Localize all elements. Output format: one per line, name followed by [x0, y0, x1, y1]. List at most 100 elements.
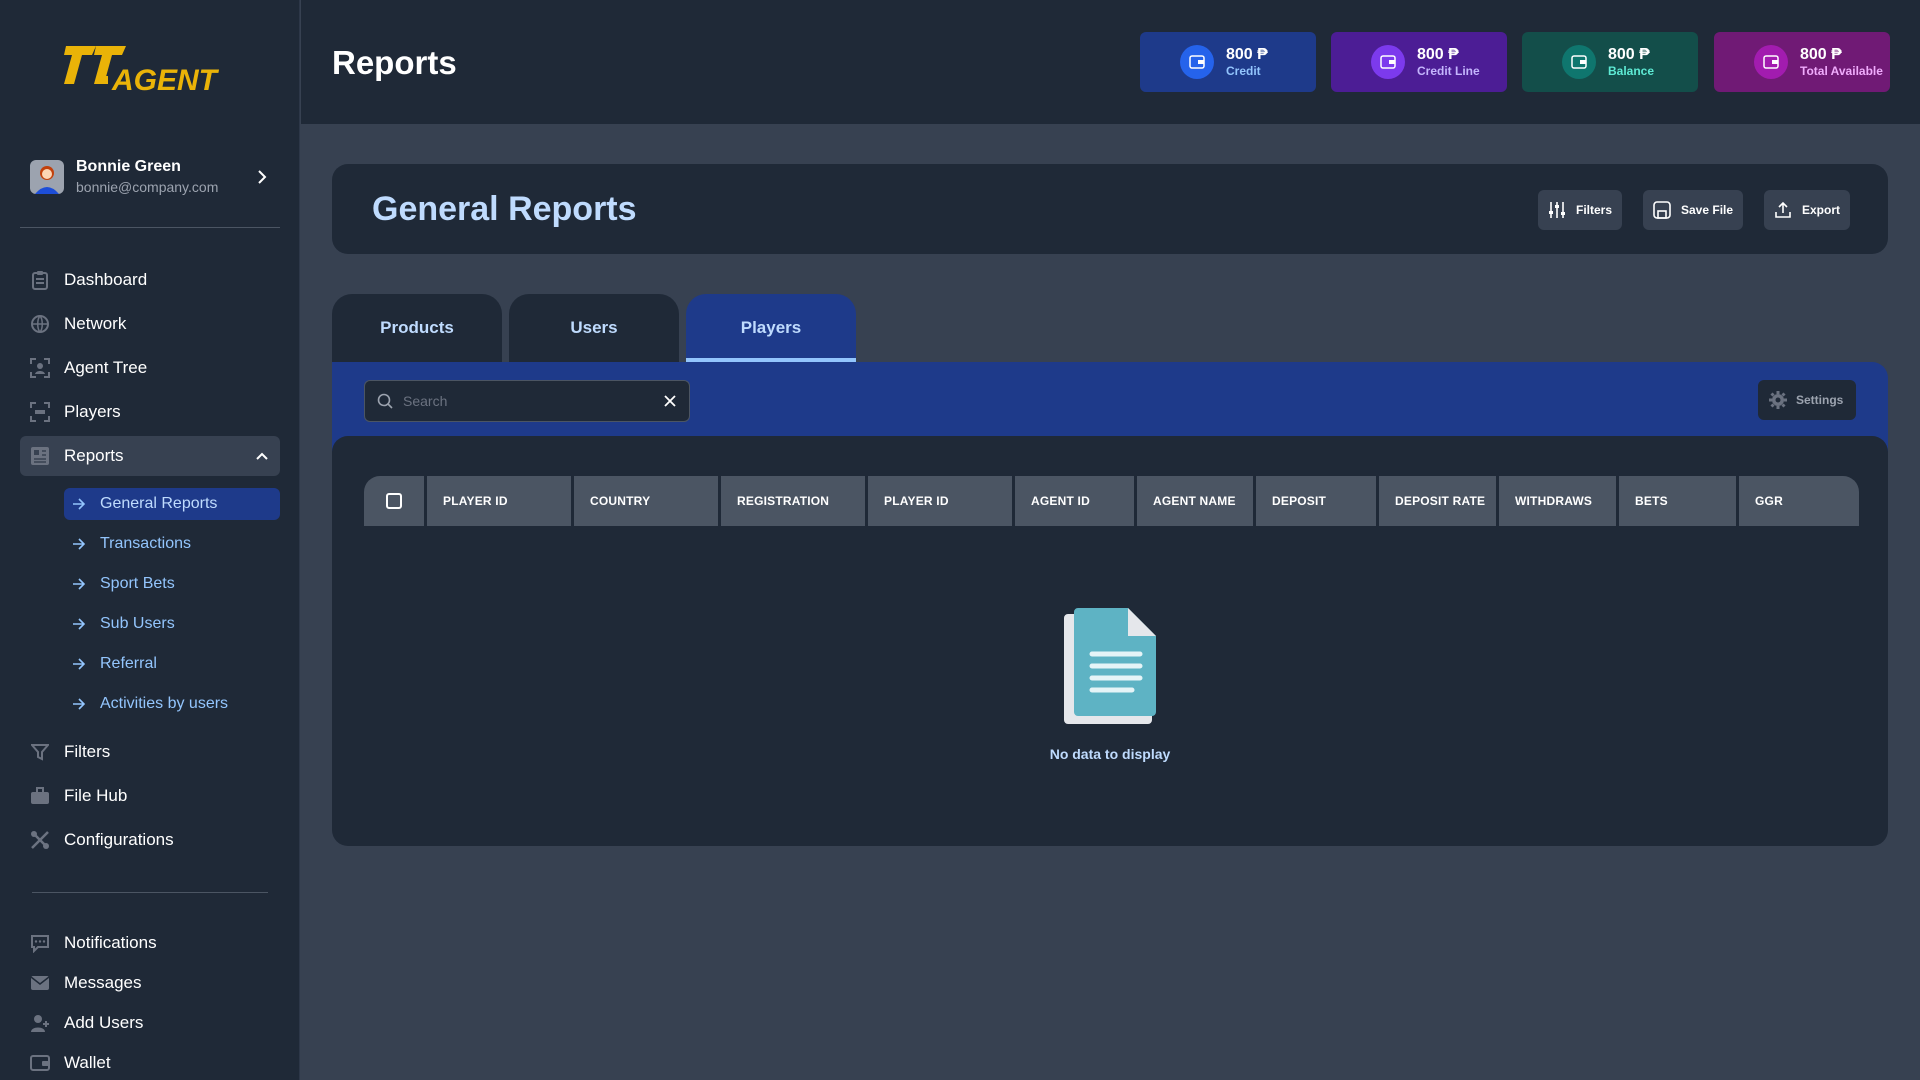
sidebar-item-add-users[interactable]: Add Users: [20, 1003, 280, 1043]
user-email: bonnie@company.com: [76, 179, 219, 195]
arrow-right-icon: [73, 578, 86, 590]
wallet-icon: [1371, 45, 1405, 79]
divider: [20, 227, 280, 228]
save-file-button[interactable]: Save File: [1643, 190, 1744, 230]
column-header[interactable]: AGENT ID: [1015, 476, 1134, 526]
chat-icon: [30, 933, 50, 953]
sidebar-item-wallet[interactable]: Wallet: [20, 1043, 280, 1080]
sidebar-subitem-label: Referral: [100, 655, 157, 672]
tools-icon: [30, 830, 50, 850]
table-header: PLAYER ID COUNTRY REGISTRATION PLAYER ID…: [364, 476, 1859, 526]
close-icon[interactable]: [663, 394, 677, 408]
sidebar-subitem-label: Transactions: [100, 535, 191, 552]
stat-value: 800 ₱: [1800, 45, 1842, 63]
wallet-icon: [1180, 45, 1214, 79]
sidebar-subitem-sport-bets[interactable]: Sport Bets: [64, 568, 280, 600]
svg-text:AGENT: AGENT: [111, 64, 220, 97]
sidebar-subitem-sub-users[interactable]: Sub Users: [64, 608, 280, 640]
column-header[interactable]: COUNTRY: [574, 476, 718, 526]
stat-label: Credit Line: [1417, 63, 1480, 78]
sidebar-item-dashboard[interactable]: Dashboard: [20, 260, 280, 300]
user-name: Bonnie Green: [76, 158, 181, 175]
gear-icon: [1769, 391, 1787, 409]
sidebar-item-label: Wallet: [64, 1053, 111, 1072]
sidebar-subitem-referral[interactable]: Referral: [64, 648, 280, 680]
report-header-card: General Reports Filters Save File Export: [332, 164, 1888, 254]
players-table-card: PLAYER ID COUNTRY REGISTRATION PLAYER ID…: [332, 436, 1888, 846]
brand-logo[interactable]: AGENT: [62, 44, 242, 98]
sliders-icon: [1549, 202, 1565, 218]
select-all-checkbox[interactable]: [386, 493, 402, 509]
stat-label: Balance: [1608, 63, 1655, 78]
players-icon: [30, 402, 50, 422]
column-header[interactable]: GGR: [1739, 476, 1859, 526]
column-header[interactable]: PLAYER ID: [427, 476, 571, 526]
column-header[interactable]: REGISTRATION: [721, 476, 865, 526]
arrow-right-icon: [73, 698, 86, 710]
column-header[interactable]: AGENT NAME: [1137, 476, 1253, 526]
sidebar-item-label: Players: [64, 402, 121, 421]
upload-icon: [1775, 201, 1791, 218]
stat-value: 800 ₱: [1226, 45, 1268, 63]
tab-users[interactable]: Users: [509, 294, 679, 362]
sidebar-subitem-label: Activities by users: [100, 695, 229, 712]
reports-icon: [30, 446, 50, 466]
sidebar-item-filters[interactable]: Filters: [20, 732, 280, 772]
column-header[interactable]: PLAYER ID: [868, 476, 1012, 526]
sidebar-item-label: Filters: [64, 742, 111, 761]
sidebar-item-network[interactable]: Network: [20, 304, 280, 344]
column-header[interactable]: DEPOSIT RATE: [1379, 476, 1496, 526]
sidebar-subitem-label: Sport Bets: [100, 575, 175, 592]
sidebar-item-players[interactable]: Players: [20, 392, 280, 432]
wallet-icon: [30, 1053, 50, 1073]
sidebar-item-file-hub[interactable]: File Hub: [20, 776, 280, 816]
chevron-right-icon[interactable]: [254, 169, 270, 185]
tab-label: Players: [740, 318, 802, 337]
stat-card-total-available: 800 ₱ Total Available: [1714, 32, 1890, 92]
column-header[interactable]: BETS: [1619, 476, 1736, 526]
sidebar-item-configurations[interactable]: Configurations: [20, 820, 280, 860]
tab-label: Users: [570, 318, 618, 337]
arrow-right-icon: [73, 538, 86, 550]
export-button[interactable]: Export: [1764, 190, 1851, 230]
stat-label: Credit: [1226, 63, 1261, 78]
sidebar-item-label: File Hub: [64, 786, 128, 805]
search-input[interactable]: [403, 393, 663, 409]
sidebar-subitem-label: General Reports: [100, 495, 218, 512]
chevron-up-icon[interactable]: [254, 448, 270, 464]
select-all-cell: [364, 476, 424, 526]
report-title: General Reports: [372, 190, 637, 228]
user-profile[interactable]: Bonnie Green bonnie@company.com: [30, 155, 270, 199]
sidebar-subitem-general-reports[interactable]: General Reports: [64, 488, 280, 520]
sidebar-subitem-activities-by-users[interactable]: Activities by users: [64, 688, 280, 720]
sidebar-item-reports[interactable]: Reports: [20, 436, 280, 476]
document-icon: [1064, 608, 1156, 724]
arrow-right-icon: [73, 498, 86, 510]
sidebar-item-notifications[interactable]: Notifications: [20, 923, 280, 963]
sidebar-item-messages[interactable]: Messages: [20, 963, 280, 1003]
export-label: Export: [1802, 203, 1841, 217]
stat-value: 800 ₱: [1608, 45, 1650, 63]
user-scan-icon: [30, 358, 50, 378]
filter-icon: [30, 742, 50, 762]
filters-label: Filters: [1576, 203, 1613, 217]
tab-products[interactable]: Products: [332, 294, 502, 362]
empty-state: No data to display: [332, 604, 1888, 762]
settings-button[interactable]: Settings: [1758, 380, 1856, 420]
sidebar-item-label: Configurations: [64, 830, 174, 849]
globe-icon: [30, 314, 50, 334]
tab-players[interactable]: Players: [686, 294, 856, 362]
column-header[interactable]: WITHDRAWS: [1499, 476, 1616, 526]
tab-label: Products: [380, 318, 454, 337]
sidebar: AGENT Bonnie Green bonnie@company.com Da…: [0, 0, 300, 1080]
filters-button[interactable]: Filters: [1538, 190, 1623, 230]
search-icon: [377, 393, 393, 409]
column-header[interactable]: DEPOSIT: [1256, 476, 1376, 526]
empty-state-text: No data to display: [1049, 746, 1171, 762]
sidebar-subitem-transactions[interactable]: Transactions: [64, 528, 280, 560]
mail-icon: [30, 973, 50, 993]
divider: [32, 892, 268, 893]
sidebar-item-label: Network: [64, 314, 127, 333]
stat-label: Total Available: [1800, 63, 1883, 78]
sidebar-item-agent-tree[interactable]: Agent Tree: [20, 348, 280, 388]
